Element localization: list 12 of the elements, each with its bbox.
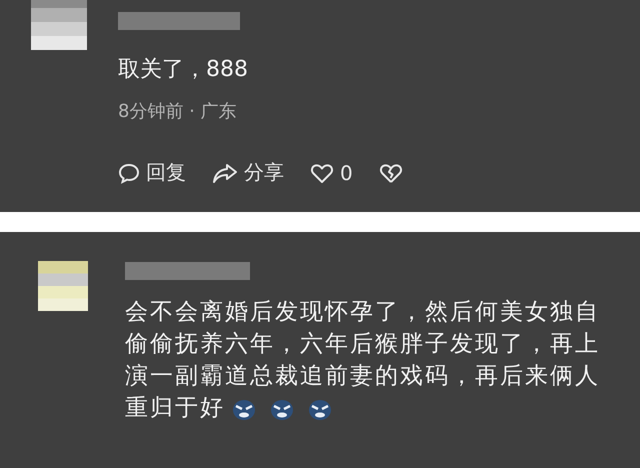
share-arrow-icon [212, 162, 238, 184]
dislike-button[interactable] [378, 162, 403, 184]
heart-icon [310, 162, 334, 184]
share-button[interactable]: 分享 [212, 159, 284, 186]
comment-text: 会不会离婚后发现怀孕了，然后何美女独自偷偷抚养六年，六年后猴胖子发现了，再上演一副霸道总裁追前妻的戏码，再后来俩人重归于好 [125, 298, 601, 423]
comment-icon [118, 162, 140, 184]
like-button[interactable]: 0 [310, 160, 353, 184]
broken-heart-icon [378, 162, 403, 184]
comment-meta: 8分钟前 · 广东 [118, 100, 238, 123]
comment-text: 取关了，888 [118, 56, 249, 84]
reply-button[interactable]: 回复 [118, 159, 186, 186]
avatar [31, 0, 87, 50]
